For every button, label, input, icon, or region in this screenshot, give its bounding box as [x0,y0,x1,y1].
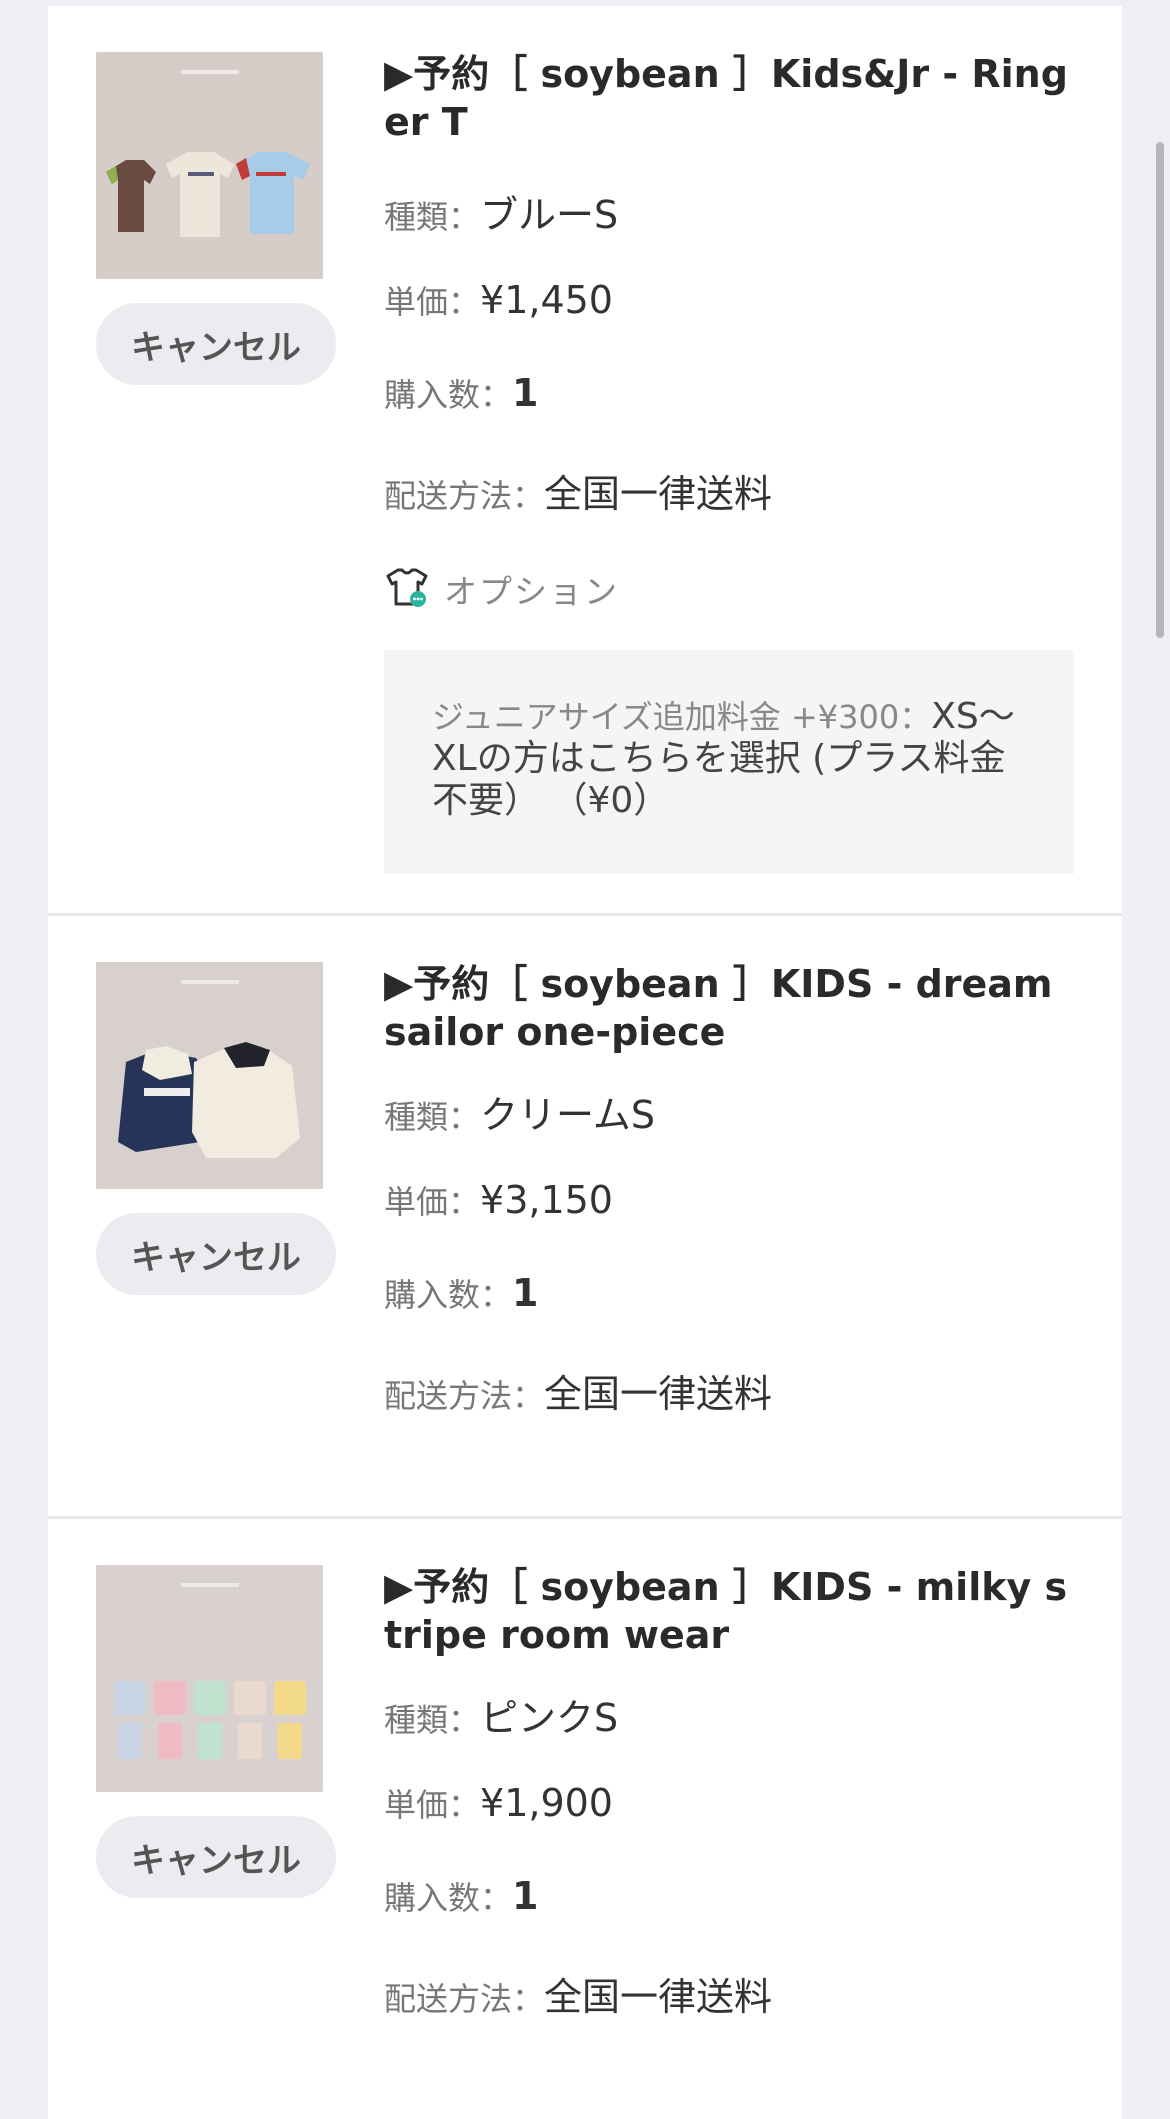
type-row: 種類： ピンクS [384,1687,1074,1780]
product-photo-room-wear [96,1565,323,1792]
shipping-value: 全国一律送料 [544,472,773,516]
quantity-row: 購入数： 1 [384,370,1074,463]
item-details: 種類： ピンクS 単価： ¥1,900 購入数： 1 配送方法： 全国一律送料 [384,1687,1074,2059]
vertical-scrollbar[interactable] [1156,142,1164,638]
type-row: 種類： ブルーS [384,184,1074,277]
quantity-label: 購入数： [384,376,513,414]
shipping-row: 配送方法： 全国一律送料 [384,1363,1074,1456]
item-details: 種類： ブルーS 単価： ¥1,450 購入数： 1 配送方法： 全国一律送料 [384,184,1074,556]
option-label: オプション [444,572,619,611]
cart-item: キャンセル ▶予約［ soybean ］KIDS - milky stripe … [48,1519,1122,2119]
product-title[interactable]: ▶予約［ soybean ］Kids&Jr - Ringer T [384,50,1074,146]
type-label: 種類： [384,1098,481,1136]
quantity-value: 1 [512,1874,539,1918]
cancel-button[interactable]: キャンセル [96,1816,336,1898]
cart-item: キャンセル ▶予約［ soybean ］Kids&Jr - Ringer T 種… [48,6,1122,916]
shipping-value: 全国一律送料 [544,1372,773,1416]
type-label: 種類： [384,198,481,236]
type-value: ブルーS [480,193,619,237]
type-row: 種類： クリームS [384,1084,1074,1177]
product-title[interactable]: ▶予約［ soybean ］KIDS - milky stripe room w… [384,1563,1074,1659]
product-title[interactable]: ▶予約［ soybean ］KIDS - dream sailor one-pi… [384,960,1074,1056]
item-details: 種類： クリームS 単価： ¥3,150 購入数： 1 配送方法： 全国一律送料 [384,1084,1074,1456]
price-value: ¥1,450 [480,278,613,322]
price-label: 単価： [384,1183,481,1221]
price-row: 単価： ¥1,450 [384,277,1074,370]
item-info: ▶予約［ soybean ］KIDS - dream sailor one-pi… [384,960,1074,1456]
product-image[interactable] [96,962,323,1189]
cancel-button[interactable]: キャンセル [96,303,336,385]
price-value: ¥1,900 [480,1781,613,1825]
quantity-value: 1 [512,371,539,415]
product-image[interactable] [96,1565,323,1792]
price-row: 単価： ¥3,150 [384,1177,1074,1270]
shipping-label: 配送方法： [384,1377,545,1415]
cart-item: キャンセル ▶予約［ soybean ］KIDS - dream sailor … [48,916,1122,1519]
type-value: クリームS [480,1093,655,1137]
shipping-row: 配送方法： 全国一律送料 [384,463,1074,556]
quantity-label: 購入数： [384,1879,513,1917]
price-row: 単価： ¥1,900 [384,1780,1074,1873]
product-photo-ringer-t [96,52,323,279]
type-value: ピンクS [480,1696,619,1740]
shipping-label: 配送方法： [384,1980,545,2018]
item-info: ▶予約［ soybean ］KIDS - milky stripe room w… [384,1563,1074,2059]
shipping-value: 全国一律送料 [544,1975,773,2019]
tshirt-option-icon [384,566,430,612]
option-details-box: ジュニアサイズ追加料金 +¥300：XS〜XLの方はこちらを選択 (プラス料金不… [384,650,1074,874]
price-value: ¥3,150 [480,1178,613,1222]
shipping-row: 配送方法： 全国一律送料 [384,1966,1074,2059]
shipping-label: 配送方法： [384,477,545,515]
cart-item-list: キャンセル ▶予約［ soybean ］Kids&Jr - Ringer T 種… [48,6,1122,2119]
product-photo-sailor-one-piece [96,962,323,1189]
price-label: 単価： [384,283,481,321]
quantity-row: 購入数： 1 [384,1873,1074,1966]
option-name: ジュニアサイズ追加料金 +¥300： [432,698,932,736]
quantity-row: 購入数： 1 [384,1270,1074,1363]
type-label: 種類： [384,1701,481,1739]
price-label: 単価： [384,1786,481,1824]
quantity-value: 1 [512,1271,539,1315]
quantity-label: 購入数： [384,1276,513,1314]
product-image[interactable] [96,52,323,279]
item-info: ▶予約［ soybean ］Kids&Jr - Ringer T 種類： ブルー… [384,50,1074,874]
cancel-button[interactable]: キャンセル [96,1213,336,1295]
option-header: オプション [384,564,1074,614]
